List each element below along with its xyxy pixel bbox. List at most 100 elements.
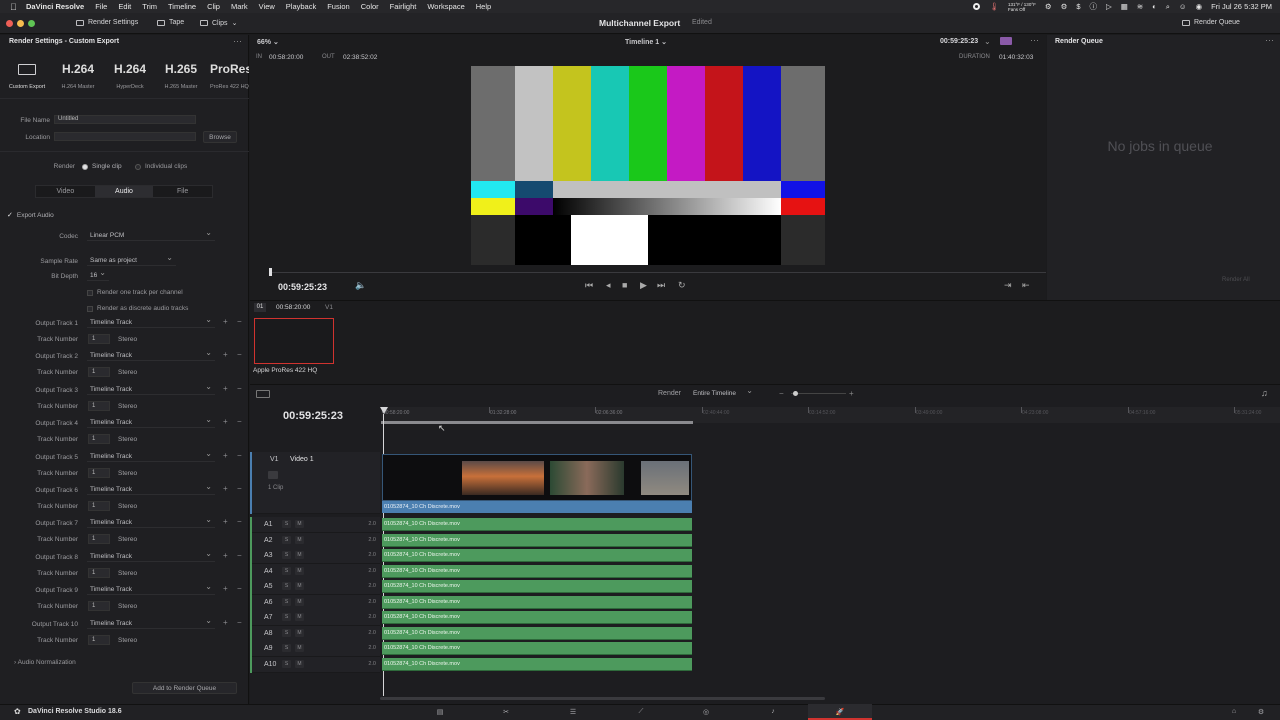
audio-clip[interactable]: 01052874_10 Ch Discrete.mov bbox=[382, 611, 692, 624]
menu-trim[interactable]: Trim bbox=[142, 2, 157, 11]
zoom-dropdown[interactable]: 66% ⌄ bbox=[257, 38, 279, 46]
stop-icon[interactable]: ■ bbox=[622, 280, 627, 290]
remove-track-icon[interactable]: − bbox=[237, 451, 242, 460]
track-monitor-icon[interactable] bbox=[268, 471, 278, 479]
wifi-icon[interactable]: ≋ bbox=[1137, 2, 1143, 11]
solo-button[interactable]: S bbox=[282, 567, 291, 575]
tray-icon[interactable]: ⚙ bbox=[1045, 2, 1052, 11]
track-number-field[interactable]: 1 bbox=[88, 568, 110, 578]
add-track-icon[interactable]: + bbox=[223, 317, 228, 326]
track-number-field[interactable]: 1 bbox=[88, 501, 110, 511]
track-number-field[interactable]: 1 bbox=[88, 434, 110, 444]
menu-playback[interactable]: Playback bbox=[286, 2, 316, 11]
audio-clip[interactable]: 01052874_10 Ch Discrete.mov bbox=[382, 627, 692, 640]
solo-button[interactable]: S bbox=[282, 520, 291, 528]
output-track-dropdown[interactable]: Timeline Track bbox=[87, 449, 215, 462]
more-options-icon[interactable]: ⋯ bbox=[1265, 35, 1274, 46]
menu-timeline[interactable]: Timeline bbox=[168, 2, 196, 11]
audio-clip[interactable]: 01052874_10 Ch Discrete.mov bbox=[382, 642, 692, 655]
tab-file[interactable]: File bbox=[153, 186, 212, 197]
fairlight-page-icon[interactable]: ♪ bbox=[768, 708, 778, 716]
zoom-slider-track[interactable] bbox=[791, 393, 846, 394]
step-back-icon[interactable]: ◂ bbox=[606, 280, 611, 291]
preset-h265-master[interactable]: H.265 H.265 Master bbox=[156, 62, 206, 90]
render-range-bar[interactable] bbox=[381, 421, 693, 424]
remove-track-icon[interactable]: − bbox=[237, 584, 242, 593]
timeline-scrollbar[interactable] bbox=[380, 697, 825, 700]
solo-button[interactable]: S bbox=[282, 551, 291, 559]
dollar-icon[interactable]: $ bbox=[1076, 2, 1080, 11]
output-track-dropdown[interactable]: Timeline Track bbox=[87, 616, 215, 629]
remove-track-icon[interactable]: − bbox=[237, 417, 242, 426]
browse-button[interactable]: Browse bbox=[203, 131, 237, 143]
record-icon[interactable] bbox=[973, 3, 981, 10]
menu-clip[interactable]: Clip bbox=[207, 2, 220, 11]
track-number-field[interactable]: 1 bbox=[88, 534, 110, 544]
output-track-dropdown[interactable]: Timeline Track bbox=[87, 582, 215, 595]
timeline-view-icon[interactable] bbox=[256, 390, 270, 398]
add-to-render-queue-button[interactable]: Add to Render Queue bbox=[132, 682, 237, 694]
cut-page-icon[interactable]: ✂ bbox=[501, 708, 511, 716]
track-number-field[interactable]: 1 bbox=[88, 367, 110, 377]
single-clip-radio[interactable]: Single clip bbox=[82, 163, 122, 170]
add-track-icon[interactable]: + bbox=[223, 350, 228, 359]
mute-button[interactable]: M bbox=[295, 551, 304, 559]
clips-toggle[interactable]: Clips ⌄ bbox=[200, 19, 237, 27]
audio-clip[interactable]: 01052874_10 Ch Discrete.mov bbox=[382, 565, 692, 578]
audio-normalization-toggle[interactable]: › Audio Normalization bbox=[14, 659, 76, 666]
deliver-page-icon[interactable]: 🚀 bbox=[835, 708, 845, 716]
track-number-field[interactable]: 1 bbox=[88, 601, 110, 611]
menu-help[interactable]: Help bbox=[476, 2, 491, 11]
solo-button[interactable]: S bbox=[282, 582, 291, 590]
close-window-button[interactable] bbox=[6, 20, 13, 27]
video-clip-thumbnails[interactable] bbox=[382, 454, 692, 501]
prev-edit-icon[interactable]: ⇤ bbox=[1022, 280, 1030, 291]
remove-track-icon[interactable]: − bbox=[237, 484, 242, 493]
output-track-dropdown[interactable]: Timeline Track bbox=[87, 315, 215, 328]
export-audio-checkbox[interactable]: ✓ Export Audio bbox=[7, 211, 54, 220]
mute-button[interactable]: M bbox=[295, 520, 304, 528]
remove-track-icon[interactable]: − bbox=[237, 317, 242, 326]
solo-button[interactable]: S bbox=[282, 598, 291, 606]
track-number-field[interactable]: 1 bbox=[88, 635, 110, 645]
render-settings-toggle[interactable]: Render Settings bbox=[76, 19, 138, 26]
menu-edit[interactable]: Edit bbox=[118, 2, 131, 11]
render-queue-toggle[interactable]: Render Queue bbox=[1182, 19, 1240, 26]
mute-button[interactable]: M bbox=[295, 660, 304, 668]
zoom-window-button[interactable] bbox=[28, 20, 35, 27]
remove-track-icon[interactable]: − bbox=[237, 350, 242, 359]
mute-button[interactable]: M bbox=[295, 644, 304, 652]
timeline-selector[interactable]: Timeline 1 ⌄ bbox=[625, 38, 667, 46]
loop-icon[interactable]: ↻ bbox=[678, 280, 686, 291]
control-center-icon[interactable]: ◐ bbox=[1152, 2, 1157, 11]
mute-button[interactable]: M bbox=[295, 613, 304, 621]
zoom-in-icon[interactable]: + bbox=[849, 389, 854, 398]
mute-button[interactable]: M bbox=[295, 567, 304, 575]
solo-button[interactable]: S bbox=[282, 629, 291, 637]
media-page-icon[interactable]: ▤ bbox=[435, 708, 445, 716]
remove-track-icon[interactable]: − bbox=[237, 517, 242, 526]
render-discrete-checkbox[interactable]: Render as discrete audio tracks bbox=[87, 305, 188, 312]
mute-button[interactable]: M bbox=[295, 536, 304, 544]
more-options-icon[interactable]: ⋯ bbox=[233, 36, 242, 47]
edit-page-icon[interactable]: ☰ bbox=[568, 708, 578, 716]
scrubber-playhead[interactable] bbox=[269, 268, 272, 276]
mute-button[interactable]: M bbox=[295, 582, 304, 590]
menu-mark[interactable]: Mark bbox=[231, 2, 248, 11]
home-icon[interactable]: ⌂ bbox=[1229, 708, 1239, 716]
minimize-window-button[interactable] bbox=[17, 20, 24, 27]
apple-icon[interactable]:  bbox=[10, 2, 20, 12]
tab-audio[interactable]: Audio bbox=[94, 186, 154, 197]
output-track-dropdown[interactable]: Timeline Track bbox=[87, 348, 215, 361]
zoom-out-icon[interactable]: − bbox=[779, 389, 784, 398]
preset-h264-master[interactable]: H.264 H.264 Master bbox=[53, 62, 103, 90]
preset-prores[interactable]: ProRes ProRes 422 HQ bbox=[206, 62, 249, 90]
solo-button[interactable]: S bbox=[282, 644, 291, 652]
individual-clips-radio[interactable]: Individual clips bbox=[135, 163, 187, 170]
siri-icon[interactable]: ◉ bbox=[1196, 2, 1203, 11]
timeline-playhead-handle[interactable] bbox=[380, 407, 388, 414]
add-track-icon[interactable]: + bbox=[223, 484, 228, 493]
audio-clip[interactable]: 01052874_10 Ch Discrete.mov bbox=[382, 549, 692, 562]
remove-track-icon[interactable]: − bbox=[237, 618, 242, 627]
solo-button[interactable]: S bbox=[282, 613, 291, 621]
